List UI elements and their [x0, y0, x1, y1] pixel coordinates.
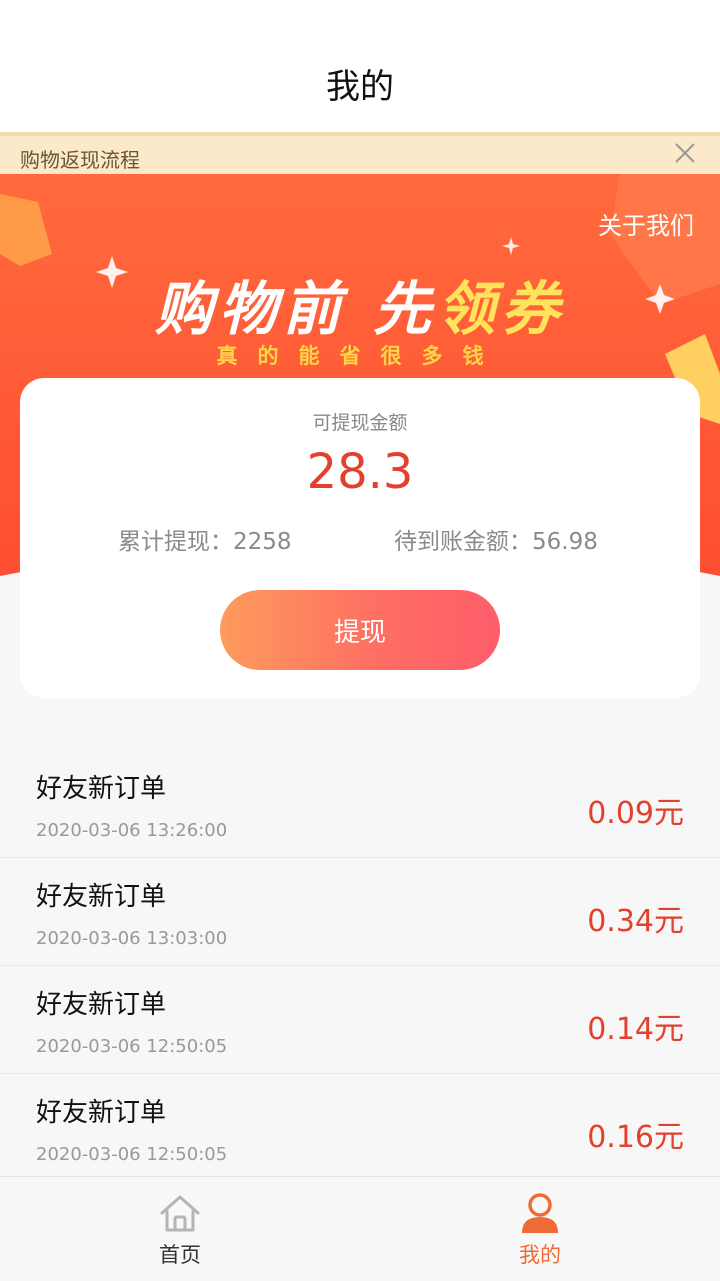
order-title: 好友新订单 — [36, 1098, 167, 1128]
order-title: 好友新订单 — [36, 774, 167, 804]
about-us-link[interactable]: 关于我们 — [598, 206, 694, 241]
order-amount: 0.34元 — [587, 904, 684, 939]
order-time: 2020-03-06 13:03:00 — [36, 928, 228, 949]
slogan-highlight: 领券 — [437, 275, 566, 343]
order-amount: 0.14元 — [587, 1012, 684, 1047]
tab-home[interactable]: 首页 — [0, 1177, 360, 1281]
slogan-main: 购物前 先 — [154, 275, 438, 343]
order-time: 2020-03-06 12:50:05 — [36, 1144, 228, 1165]
order-list: 好友新订单 2020-03-06 13:26:00 0.09元 好友新订单 20… — [0, 750, 720, 1182]
close-icon[interactable] — [670, 138, 700, 168]
total-withdrawn: 累计提现：2258 — [118, 529, 292, 555]
wallet-card: 可提现金额 28.3 累计提现：2258 待到账金额：56.98 提现 — [20, 378, 700, 698]
withdraw-button[interactable]: 提现 — [220, 590, 500, 670]
tab-mine[interactable]: 我的 — [360, 1177, 720, 1281]
order-time: 2020-03-06 12:50:05 — [36, 1036, 228, 1057]
withdrawable-amount: 28.3 — [306, 444, 414, 500]
tab-home-label: 首页 — [159, 1243, 201, 1267]
tab-mine-label: 我的 — [519, 1243, 561, 1267]
list-item[interactable]: 好友新订单 2020-03-06 12:50:05 0.16元 — [0, 1074, 720, 1182]
list-item[interactable]: 好友新订单 2020-03-06 13:26:00 0.09元 — [0, 750, 720, 858]
home-icon — [160, 1195, 200, 1232]
notice-bar[interactable]: 购物返现流程 — [0, 132, 720, 174]
order-title: 好友新订单 — [36, 990, 167, 1020]
tab-bar: 首页 我的 — [0, 1176, 720, 1281]
hero-slogan: 购物前 先领券 — [0, 262, 720, 346]
list-item[interactable]: 好友新订单 2020-03-06 13:03:00 0.34元 — [0, 858, 720, 966]
user-icon — [522, 1193, 558, 1233]
page-title: 我的 — [326, 66, 394, 107]
withdrawable-label: 可提现金额 — [312, 412, 408, 434]
list-item[interactable]: 好友新订单 2020-03-06 12:50:05 0.14元 — [0, 966, 720, 1074]
hero-subslogan: 真的能省很多钱 — [216, 344, 504, 368]
order-amount: 0.16元 — [587, 1120, 684, 1155]
pending-amount: 待到账金额：56.98 — [394, 529, 598, 555]
order-time: 2020-03-06 13:26:00 — [36, 820, 228, 841]
notice-text[interactable]: 购物返现流程 — [20, 144, 140, 173]
order-amount: 0.09元 — [587, 796, 684, 831]
header-bar: 我的 — [0, 0, 720, 132]
order-title: 好友新订单 — [36, 882, 167, 912]
